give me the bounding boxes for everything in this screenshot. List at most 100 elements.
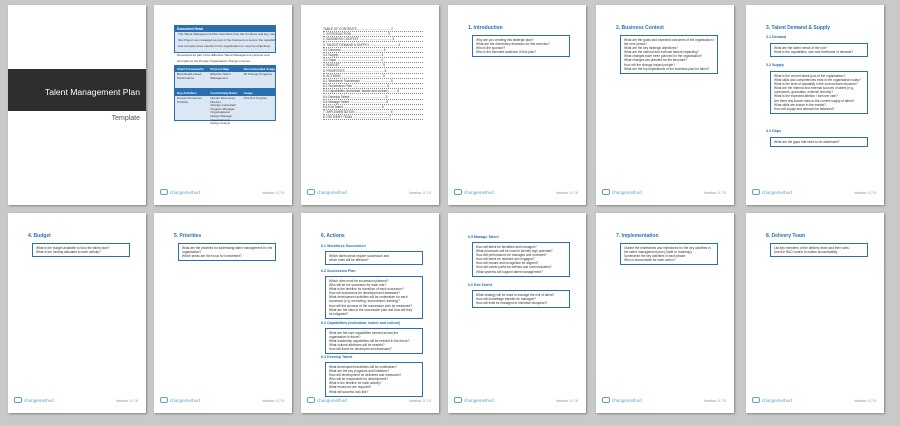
question-line: which roles will be affected? bbox=[329, 258, 369, 263]
question-box: List key members of the delivery team an… bbox=[770, 243, 868, 258]
version-label: Version: 0.7.0 bbox=[704, 191, 726, 195]
question-line: What are the gaps that need to be addres… bbox=[774, 140, 840, 144]
question-line: How will supply and demand be balanced? bbox=[774, 106, 835, 111]
question-box: What development activities will be unde… bbox=[325, 362, 423, 397]
brand-name: changemethod bbox=[317, 189, 347, 195]
overview-line: and competencies needed in the organisat… bbox=[178, 43, 272, 48]
version-label: Version: 0.7.0 bbox=[409, 399, 431, 403]
logo-icon bbox=[160, 189, 168, 195]
subsection-title: 3.3 Gaps bbox=[766, 129, 781, 133]
brand-name: changemethod bbox=[170, 189, 200, 195]
page-demand-supply[interactable]: 3. Talent Demand & Supply 3.1 Demand Wha… bbox=[746, 5, 884, 205]
question-box: What are the goals and expected outcomes… bbox=[620, 35, 718, 74]
logo-icon bbox=[14, 397, 22, 403]
section-title: 5. Priorities bbox=[174, 233, 202, 239]
brand-name: changemethod bbox=[464, 397, 494, 403]
brand-logo: changemethod bbox=[307, 189, 347, 195]
table-cell: Human Resources Portfolio bbox=[177, 96, 202, 104]
brand-name: changemethod bbox=[170, 397, 200, 403]
brand-name: changemethod bbox=[762, 189, 792, 195]
question-box: Outline the timeframes and milestones fo… bbox=[620, 243, 718, 266]
subsection-title: 6.1 Workforce Succession bbox=[321, 244, 366, 248]
subsection-title: 6.6 Exit Talent bbox=[468, 283, 492, 287]
brand-name: changemethod bbox=[24, 397, 54, 403]
question-line: How will exits be managed to minimise di… bbox=[476, 301, 548, 306]
version-label: Version: 0.7.0 bbox=[854, 191, 876, 195]
page-delivery-team[interactable]: 8. Delivery Team List key members of the… bbox=[746, 213, 884, 413]
subsection-title: 6.3 Capabilities (individual, leader and… bbox=[321, 321, 401, 325]
question-line: Which areas are the focus for investment… bbox=[182, 254, 242, 259]
question-box: Which roles must be succession planned? … bbox=[325, 276, 423, 319]
brand-name: changemethod bbox=[762, 397, 792, 403]
subsection-title: 3.1 Demand bbox=[766, 35, 787, 39]
question-line: be mitigated? bbox=[329, 311, 349, 316]
brand-name: changemethod bbox=[464, 189, 494, 195]
brand-logo: changemethod bbox=[160, 189, 200, 195]
page-actions[interactable]: 6. Actions 6.1 Workforce Succession Whic… bbox=[301, 213, 439, 413]
question-box: Which talent areas require succession an… bbox=[325, 251, 423, 266]
version-label: Version: 0.7.0 bbox=[262, 191, 284, 195]
question-box: How will talent be identified and manage… bbox=[472, 242, 570, 277]
question-line: What systems will support talent managem… bbox=[476, 269, 543, 274]
brand-logo: changemethod bbox=[307, 397, 347, 403]
overview-extra: Developed as part of the Effective Talen… bbox=[174, 53, 276, 65]
logo-icon bbox=[307, 189, 315, 195]
overview-box: Document Head The Talent Management Plan… bbox=[174, 25, 276, 53]
section-title: 4. Budget bbox=[28, 233, 51, 239]
table-cell: Effective Talent Management bbox=[210, 72, 231, 80]
question-line: Use the RACI matrix to outline accountab… bbox=[774, 250, 838, 255]
page-cover[interactable]: Talent Management Plan Template bbox=[8, 5, 146, 205]
version-label: Version: 0.7.0 bbox=[262, 399, 284, 403]
logo-icon bbox=[752, 397, 760, 403]
page-toc[interactable]: TABLE OF CONTENTS ......................… bbox=[301, 5, 439, 205]
logo-icon bbox=[602, 189, 610, 195]
overview-table-1: Client Frameworks Purpose Map Recommende… bbox=[174, 65, 276, 89]
version-label: Version: 0.7.0 bbox=[116, 399, 138, 403]
page-implementation[interactable]: 7. Implementation Outline the timeframes… bbox=[596, 213, 734, 413]
brand-name: changemethod bbox=[612, 397, 642, 403]
logo-icon bbox=[160, 397, 168, 403]
page-overview[interactable]: Document Head The Talent Management Plan… bbox=[154, 5, 292, 205]
logo-icon bbox=[454, 189, 462, 195]
question-line: What is the funding allocated to each ac… bbox=[36, 250, 101, 255]
subsection-title: 6.2 Succession Plan bbox=[321, 269, 356, 273]
cover-title: Talent Management Plan bbox=[44, 87, 140, 97]
question-box: What strategy will be used to manage the… bbox=[472, 290, 570, 309]
brand-logo: changemethod bbox=[160, 397, 200, 403]
page-introduction[interactable]: 1. Introduction Why are you creating thi… bbox=[448, 5, 586, 205]
page-priorities[interactable]: 5. Priorities What are the priorities fo… bbox=[154, 213, 292, 413]
page-manage-exit[interactable]: 6.5 Manage Talent How will talent be ide… bbox=[448, 213, 586, 413]
brand-logo: changemethod bbox=[752, 189, 792, 195]
brand-name: changemethod bbox=[317, 397, 347, 403]
section-title: 2. Business Context bbox=[616, 25, 664, 31]
version-label: Version: 0.7.0 bbox=[556, 191, 578, 195]
question-line: What are the top implications of the bus… bbox=[624, 66, 710, 71]
section-title: 1. Introduction bbox=[468, 25, 503, 31]
overview-line: strengthens the People Organisation chan… bbox=[177, 58, 251, 63]
logo-icon bbox=[752, 189, 760, 195]
overview-table-2: Key Activities Contributing Roles Usage … bbox=[174, 89, 276, 125]
question-box: What are the talent needs of the role? W… bbox=[770, 43, 868, 58]
cover-subtitle: Template bbox=[111, 115, 140, 122]
question-line: How will these be developed and assessed… bbox=[329, 347, 392, 352]
toc-entry[interactable]: 8. DELIVERY TEAM .......................… bbox=[323, 115, 423, 121]
logo-icon bbox=[307, 397, 315, 403]
question-line: What is the capabilities, size and timef… bbox=[774, 50, 854, 55]
section-title: 3. Talent Demand & Supply bbox=[766, 25, 831, 31]
subsection-title: 3.2 Supply bbox=[766, 63, 784, 67]
brand-logo: changemethod bbox=[602, 397, 642, 403]
version-label: Version: 0.7.0 bbox=[556, 399, 578, 403]
brand-logo: changemethod bbox=[454, 397, 494, 403]
page-budget[interactable]: 4. Budget What is the budget available t… bbox=[8, 213, 146, 413]
table-cell: Human Resources Director Change Consulta… bbox=[210, 96, 237, 126]
question-box: Why are you creating this strategic plan… bbox=[472, 35, 570, 58]
question-line: What will success look like? bbox=[329, 389, 369, 394]
question-line: Who is accountable for each action? bbox=[624, 258, 676, 263]
subsection-title: 6.4 Develop Talent bbox=[321, 355, 353, 359]
page-business-context[interactable]: 2. Business Context What are the goals a… bbox=[596, 5, 734, 205]
version-label: Version: 0.7.0 bbox=[409, 191, 431, 195]
brand-logo: changemethod bbox=[14, 397, 54, 403]
question-box: What is the current talent pool of the o… bbox=[770, 71, 868, 114]
question-box: What are the core capabilities needed ac… bbox=[325, 328, 423, 355]
brand-name: changemethod bbox=[612, 189, 642, 195]
